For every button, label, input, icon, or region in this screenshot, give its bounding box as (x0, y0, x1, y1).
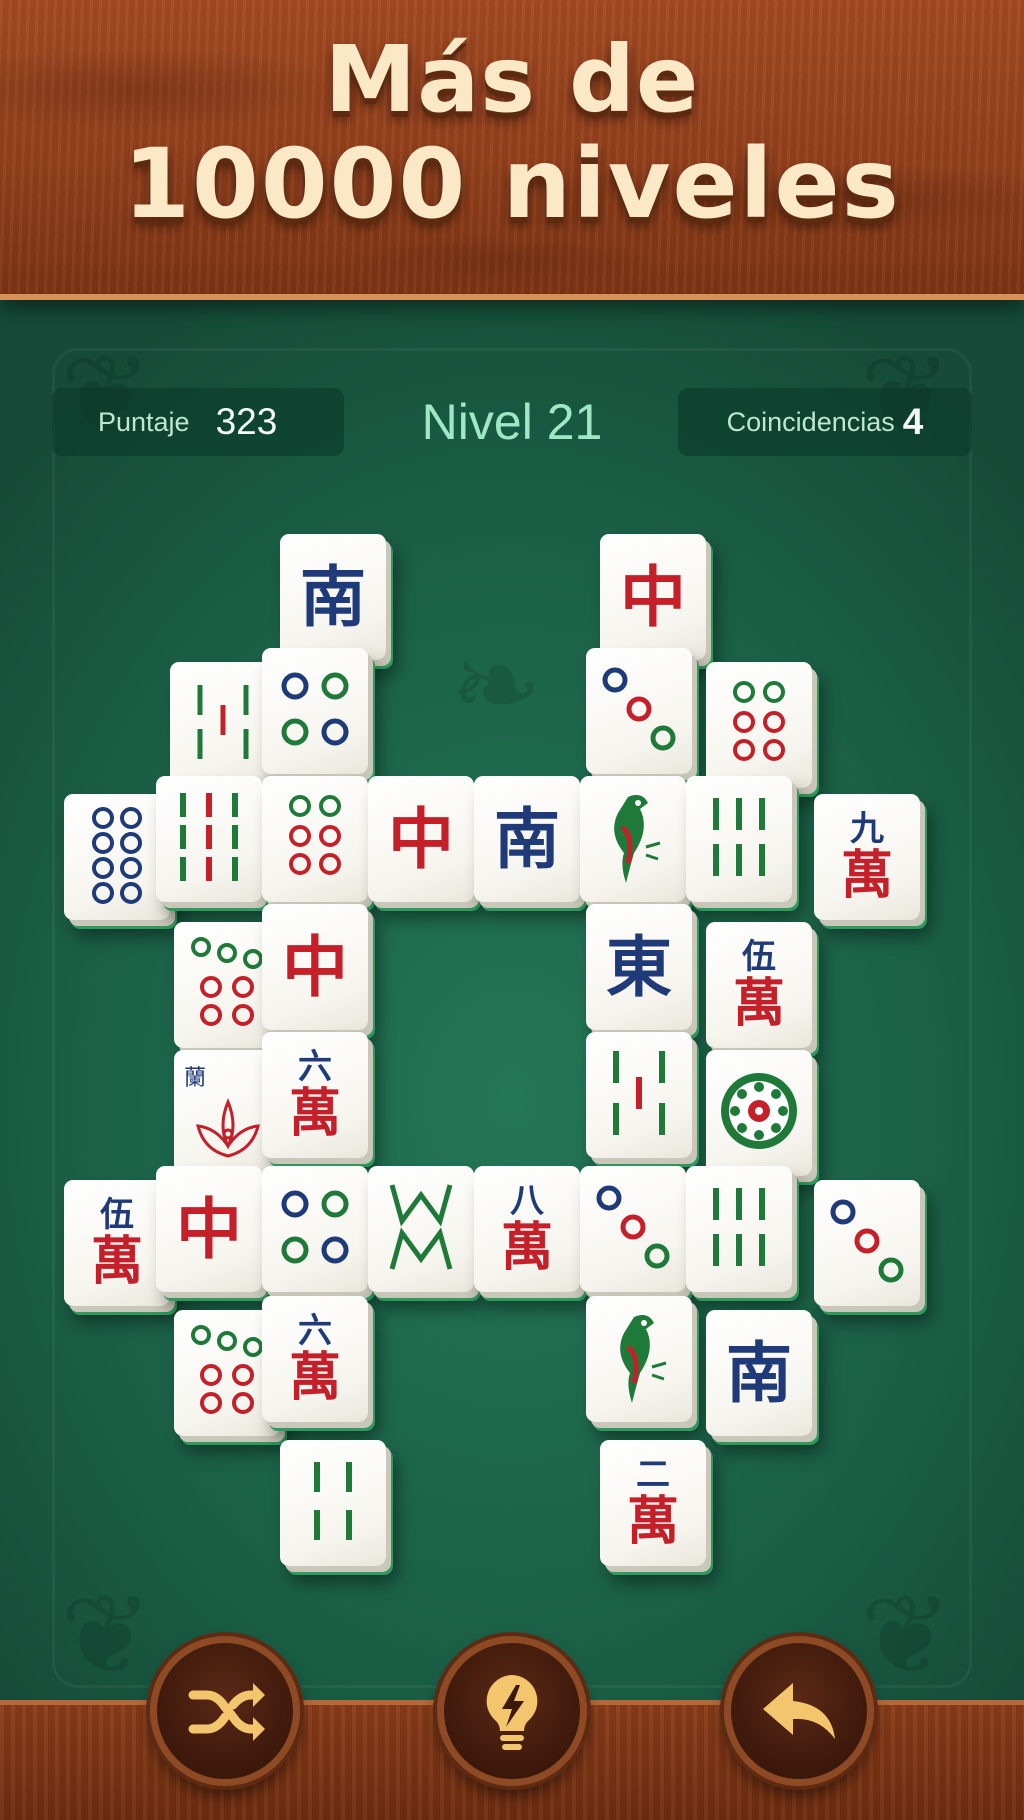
hint-button[interactable] (437, 1636, 587, 1786)
characters-9-glyph: 九 萬 (841, 810, 893, 904)
characters-2-glyph: 二 萬 (627, 1456, 679, 1550)
circles-3-icon (593, 1182, 673, 1276)
tile-bamboo-6[interactable] (686, 1166, 792, 1292)
tile-circles-6[interactable] (706, 662, 812, 788)
tile-characters-5[interactable]: 伍 萬 (64, 1180, 170, 1306)
tile-south-wind[interactable]: 南 (706, 1310, 812, 1436)
bamboo-8-icon (386, 1179, 456, 1279)
tile-red-dragon[interactable]: 中 (368, 776, 474, 902)
south-wind-glyph: 南 (494, 800, 560, 878)
characters-5-glyph: 伍 萬 (91, 1196, 143, 1290)
orchid-icon: 蘭 (182, 1058, 272, 1168)
tile-characters-8[interactable]: 八 萬 (474, 1166, 580, 1292)
sparrow-icon (598, 787, 668, 891)
tile-bamboo[interactable] (170, 662, 276, 788)
tile-circles-1[interactable] (706, 1050, 812, 1176)
tile-bamboo-4[interactable] (280, 1440, 386, 1566)
east-wind-glyph: 東 (606, 928, 672, 1006)
bamboo-6-icon (704, 792, 774, 886)
promo-headline: Más de 10000 niveles (0, 26, 1024, 240)
headline-line-2: 10000 niveles (123, 128, 901, 240)
tile-circles-3[interactable] (814, 1180, 920, 1306)
tile-bamboo-5[interactable] (586, 1032, 692, 1158)
red-dragon-glyph: 中 (176, 1190, 242, 1268)
tile-bamboo-8[interactable] (368, 1166, 474, 1292)
tile-wan: 萬 (288, 1083, 341, 1144)
tile-wan: 萬 (840, 845, 893, 906)
bamboo-5-icon (604, 1045, 674, 1145)
tile-number: 六 (297, 1311, 332, 1351)
tile-circles-3[interactable] (586, 648, 692, 774)
tile-red-dragon[interactable]: 中 (262, 904, 368, 1030)
circles-6-icon (724, 678, 794, 772)
undo-button[interactable] (724, 1636, 874, 1786)
tile-number: 九 (849, 809, 884, 849)
tile-south-wind[interactable]: 南 (280, 534, 386, 660)
tile-bamboo-6[interactable] (686, 776, 792, 902)
tile-characters-9[interactable]: 九 萬 (814, 794, 920, 920)
lightbulb-icon (486, 1675, 538, 1750)
tile-bamboo-1[interactable] (580, 776, 686, 902)
characters-5-glyph: 伍 萬 (733, 938, 785, 1032)
tile-number: 二 (635, 1455, 670, 1495)
bamboo-6-icon (704, 1182, 774, 1276)
circles-3-icon (599, 664, 679, 758)
tile-characters-6[interactable]: 六 萬 (262, 1032, 368, 1158)
tile-red-dragon[interactable]: 中 (156, 1166, 262, 1292)
south-wind-glyph: 南 (300, 558, 366, 636)
tile-circles-4[interactable] (262, 1166, 368, 1292)
shuffle-icon (188, 1683, 265, 1741)
headline-line-1: Más de (324, 26, 700, 133)
tile-red-dragon[interactable]: 中 (600, 534, 706, 660)
tile-wan: 萬 (500, 1217, 553, 1278)
tile-wan: 萬 (732, 973, 785, 1034)
tile-number: 伍 (99, 1195, 134, 1235)
tile-characters-6[interactable]: 六 萬 (262, 1296, 368, 1422)
tile-circles-8[interactable] (64, 794, 170, 920)
red-dragon-glyph: 中 (282, 928, 348, 1006)
tile-bamboo-1[interactable] (586, 1296, 692, 1422)
tile-wan: 萬 (626, 1491, 679, 1552)
red-dragon-glyph: 中 (620, 558, 686, 636)
tile-number: 伍 (741, 937, 776, 977)
circles-3-icon (827, 1196, 907, 1290)
tile-east-wind[interactable]: 東 (586, 904, 692, 1030)
characters-6-glyph: 六 萬 (289, 1048, 341, 1142)
south-wind-glyph: 南 (726, 1334, 792, 1412)
tile-circles-4[interactable] (262, 648, 368, 774)
circles-4-icon (275, 1182, 355, 1276)
red-dragon-glyph: 中 (388, 800, 454, 878)
tile-wan: 萬 (90, 1231, 143, 1292)
bamboo-9-icon (169, 787, 249, 891)
characters-6-glyph: 六 萬 (289, 1312, 341, 1406)
bamboo-4-icon (303, 1456, 363, 1550)
shuffle-button[interactable] (150, 1636, 300, 1786)
characters-8-glyph: 八 萬 (501, 1182, 553, 1276)
undo-arrow-icon (763, 1683, 835, 1739)
tile-wan: 萬 (288, 1347, 341, 1408)
bamboo-3-icon (188, 677, 258, 774)
circles-6-icon (280, 792, 350, 886)
big-circle-icon (717, 1069, 801, 1157)
tile-south-wind[interactable]: 南 (474, 776, 580, 902)
sparrow-icon (604, 1307, 674, 1411)
tile-bamboo-9[interactable] (156, 776, 262, 902)
circles-7-icon (187, 1323, 267, 1423)
circles-7-icon (187, 935, 267, 1035)
tile-characters-2[interactable]: 二 萬 (600, 1440, 706, 1566)
tile-number: 八 (509, 1181, 544, 1221)
tile-number: 六 (297, 1047, 332, 1087)
tile-circles-6[interactable] (262, 776, 368, 902)
circles-8-icon (87, 805, 147, 909)
tile-circles-3[interactable] (580, 1166, 686, 1292)
orchid-label: 蘭 (184, 1066, 207, 1091)
promo-banner: Más de 10000 niveles (0, 0, 1024, 300)
tile-characters-5[interactable]: 伍 萬 (706, 922, 812, 1048)
circles-4-icon (275, 664, 355, 758)
